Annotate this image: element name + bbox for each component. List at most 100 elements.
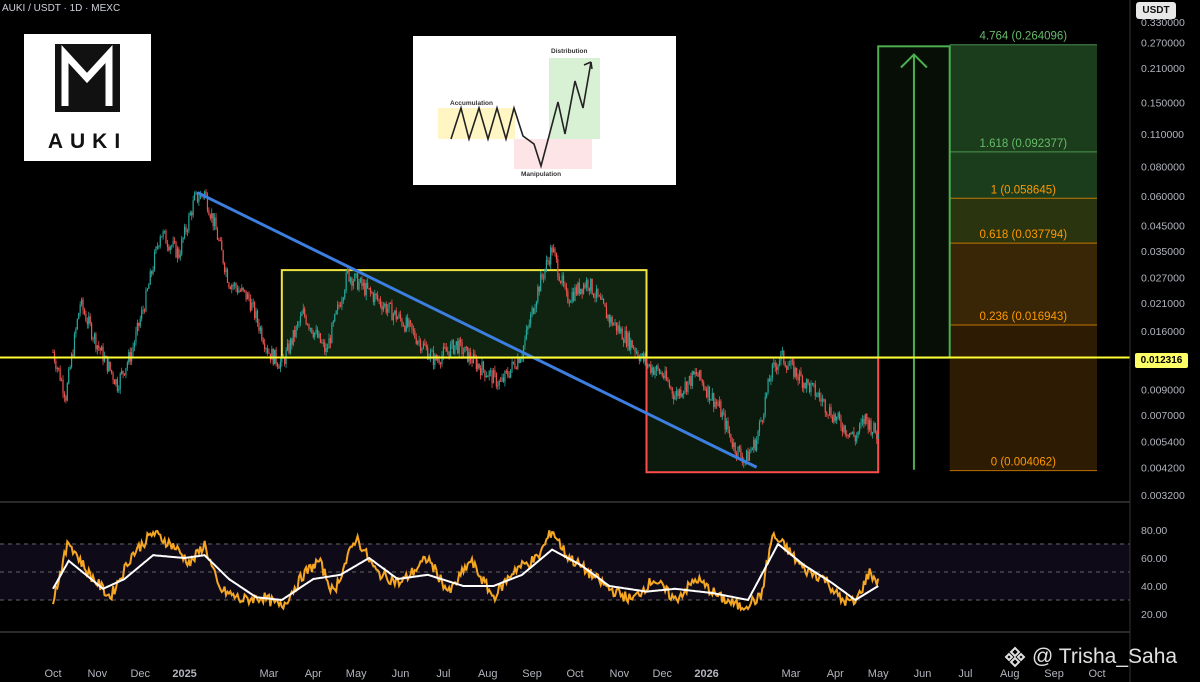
candle-body [56, 367, 58, 369]
candle-body [725, 420, 728, 430]
candle-body [558, 276, 560, 282]
candle-body [409, 320, 412, 324]
time-axis-label: Sep [522, 668, 542, 680]
fib-level-label: 1.618 (0.092377) [980, 138, 1068, 150]
candle-body [501, 377, 503, 382]
candle-body [284, 358, 286, 364]
candle-body [697, 373, 699, 377]
candle-body [804, 383, 806, 389]
candle-body [582, 284, 585, 294]
candle-body [296, 323, 299, 327]
fib-zone [949, 44, 1097, 152]
candle-body [183, 226, 186, 238]
candle-body [863, 419, 865, 424]
candle-body [149, 271, 151, 285]
candle-body [480, 367, 482, 376]
candle-body [730, 433, 732, 442]
candle-body [418, 340, 420, 342]
candle-body [294, 330, 296, 337]
candle-body [727, 420, 729, 430]
candle-body [341, 300, 343, 307]
candle-body [225, 269, 227, 272]
candle-body [680, 389, 682, 397]
candle-body [574, 287, 576, 301]
time-axis-label: Oct [566, 668, 583, 680]
candle-body [442, 346, 445, 356]
accumulation-box [645, 356, 880, 474]
current-price-tag: 0.012316 [1135, 353, 1188, 368]
candle-body [156, 246, 158, 248]
candle-body [763, 414, 765, 421]
candle-body [545, 260, 547, 269]
candle-body [82, 299, 84, 311]
candle-body [840, 418, 842, 428]
binance-icon [1004, 646, 1026, 668]
candle-body [575, 287, 578, 295]
candle-body [218, 239, 220, 241]
candle-body [361, 278, 363, 286]
candle-body [394, 310, 396, 314]
candle-body [292, 330, 294, 345]
fib-level-label: 4.764 (0.264096) [980, 31, 1068, 43]
candle-body [705, 389, 708, 398]
candle-body [601, 298, 603, 300]
candle-body [537, 286, 539, 302]
fib-zone [949, 324, 1097, 471]
candle-body [567, 291, 569, 303]
candle-body [654, 370, 656, 375]
price-axis-label: 0.150000 [1141, 97, 1185, 109]
candle-body [663, 375, 665, 378]
candle-body [747, 450, 749, 461]
candle-body [339, 305, 342, 307]
candle-body [738, 446, 741, 449]
candle-body [214, 217, 216, 227]
candle-body [791, 360, 793, 362]
candle-body [392, 313, 394, 321]
candle-body [550, 247, 552, 265]
candle-body [222, 250, 224, 264]
candle-body [88, 316, 90, 325]
price-axis-label: 0.021000 [1141, 298, 1185, 310]
candle-body [171, 245, 173, 247]
time-axis-label: Aug [478, 668, 498, 680]
candle-body [721, 412, 723, 417]
candle-body [817, 392, 819, 396]
price-axis-label: 0.080000 [1141, 162, 1185, 174]
candle-body [540, 274, 542, 292]
candle-body [470, 352, 472, 361]
candle-body [98, 345, 100, 348]
candle-body [242, 287, 244, 290]
candle-body [853, 431, 855, 437]
candle-body [439, 363, 442, 365]
candle-body [520, 359, 522, 363]
candle-body [377, 295, 379, 300]
candle-body [101, 346, 103, 351]
candle-body [611, 317, 613, 326]
time-axis-label: 2025 [172, 668, 196, 680]
currency-badge[interactable]: USDT [1136, 2, 1176, 19]
candle-body [58, 367, 60, 369]
candle-body [308, 324, 310, 329]
candle-body [836, 416, 838, 421]
candle-body [208, 210, 210, 216]
candle-body [384, 303, 386, 307]
candle-body [681, 393, 683, 397]
candle-body [607, 314, 609, 319]
candle-body [239, 290, 241, 292]
candle-body [813, 383, 815, 385]
candle-body [256, 311, 259, 323]
candle-body [265, 348, 267, 350]
candle-body [59, 368, 61, 381]
candle-body [445, 347, 447, 352]
candle-body [538, 286, 540, 292]
candle-body [385, 303, 387, 313]
candle-body [515, 367, 517, 369]
fib-level-label: 1 (0.058645) [991, 184, 1056, 196]
candle-body [746, 450, 748, 461]
candle-body [462, 352, 465, 354]
candle-body [518, 357, 520, 363]
candle-body [181, 239, 183, 255]
candle-body [737, 446, 739, 457]
candle-body [109, 361, 111, 370]
candle-body [603, 298, 605, 304]
